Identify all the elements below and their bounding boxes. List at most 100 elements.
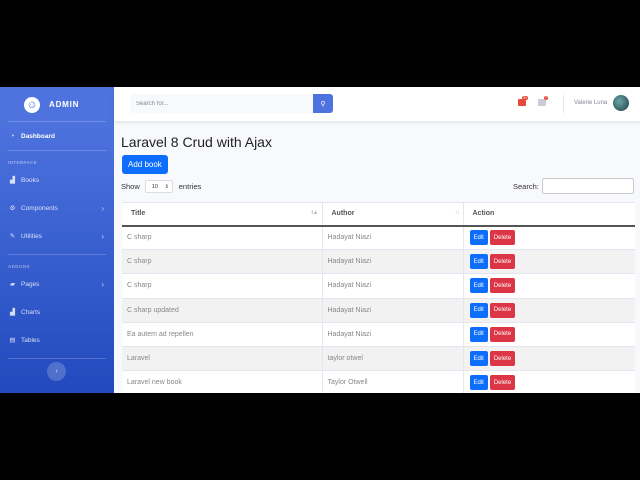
cell-title: C sharp updated xyxy=(122,298,322,323)
table-icon: ▤ xyxy=(9,337,16,344)
sidebar-item-pages[interactable]: ▰ Pages › xyxy=(0,270,114,298)
laugh-wink-icon: ☺ xyxy=(22,94,42,115)
cell-author: Hadayat Niazi xyxy=(321,225,463,251)
search-input[interactable] xyxy=(130,94,313,113)
cell-author: Hadayat Niazi xyxy=(321,249,463,275)
sidebar: ☺ ADMIN ◔ Dashboard INTERFACE ▟ Books ⚙ … xyxy=(0,87,114,393)
cell-author: Hadayat Niazi xyxy=(321,322,463,347)
cell-title: Ea autem ad repellen xyxy=(122,322,322,347)
cell-action: Edit Delete xyxy=(462,249,635,275)
cell-author: Hadayat Niazi xyxy=(321,298,463,323)
sidebar-item-dashboard[interactable]: ◔ Dashboard xyxy=(0,122,114,150)
table-row: C sharp Hadayat Niazi Edit Delete xyxy=(122,249,635,275)
delete-button[interactable]: Delete xyxy=(489,230,516,246)
main-content: Laravel 8 Crud with Ajax Add book Show 1… xyxy=(114,121,640,393)
delete-button[interactable]: Delete xyxy=(489,278,516,294)
cell-action: Edit Delete xyxy=(462,298,635,323)
avatar[interactable] xyxy=(613,95,629,111)
entries-label: entries xyxy=(178,182,202,191)
table-row: C sharp updated Hadayat Niazi Edit Delete xyxy=(122,298,635,323)
sidebar-heading-addons: ADDONS xyxy=(8,264,30,269)
show-label: Show xyxy=(121,182,140,191)
books-table: Title ↑▲ Author ↑↓ Action C sharp Hadayat… xyxy=(122,202,635,393)
cell-action: Edit Delete xyxy=(462,225,635,251)
sidebar-toggle-button[interactable]: ‹ xyxy=(47,362,66,381)
sidebar-divider xyxy=(8,150,106,151)
page-title: Laravel 8 Crud with Ajax xyxy=(121,134,272,150)
sidebar-item-label: Charts xyxy=(21,308,41,316)
column-header-action: Action xyxy=(462,202,635,227)
delete-button[interactable]: Delete xyxy=(489,254,516,270)
chart-area-icon: ▟ xyxy=(10,177,15,184)
table-body: C sharp Hadayat Niazi Edit Delete C sharp Had… xyxy=(122,225,635,393)
brand-text: ADMIN xyxy=(49,100,80,109)
column-header-author[interactable]: Author ↑↓ xyxy=(321,202,463,227)
chevron-left-icon: ‹ xyxy=(55,368,58,375)
column-header-label: Title xyxy=(131,210,146,218)
edit-button[interactable]: Edit xyxy=(469,278,488,294)
edit-button[interactable]: Edit xyxy=(469,326,488,342)
delete-button[interactable]: Delete xyxy=(489,351,516,367)
delete-button[interactable]: Delete xyxy=(489,302,516,318)
table-row: Ea autem ad repellen Hadayat Niazi Edit Del… xyxy=(122,322,635,347)
sidebar-item-label: Dashboard xyxy=(21,132,55,140)
user-name[interactable]: Valerie Luna xyxy=(574,100,607,106)
sidebar-item-label: Books xyxy=(21,176,40,184)
sidebar-divider xyxy=(8,254,106,255)
cell-author: Hadayat Niazi xyxy=(321,273,463,299)
cell-action: Edit Delete xyxy=(462,322,635,347)
edit-button[interactable]: Edit xyxy=(469,302,488,318)
entries-length-control: Show 10 ⇕ entries xyxy=(121,180,201,193)
sidebar-item-label: Pages xyxy=(21,280,40,288)
sort-asc-icon: ↑▲ xyxy=(310,210,319,216)
edit-button[interactable]: Edit xyxy=(469,375,488,391)
brand[interactable]: ☺ ADMIN xyxy=(0,88,114,121)
topbar: ⚲ 3+ 7 Valerie Luna xyxy=(114,87,640,121)
table-header-row: Title ↑▲ Author ↑↓ Action xyxy=(122,202,635,227)
sidebar-item-utilities[interactable]: ✎ Utilities › xyxy=(0,222,114,250)
cell-title: C sharp xyxy=(122,225,322,251)
tachometer-icon: ◔ xyxy=(10,132,15,140)
table-search-input[interactable] xyxy=(541,178,634,194)
cell-action: Edit Delete xyxy=(462,273,635,299)
sidebar-item-components[interactable]: ⚙ Components › xyxy=(0,194,114,222)
sidebar-item-charts[interactable]: ▟ Charts xyxy=(0,298,114,326)
cell-title: C sharp xyxy=(122,249,322,275)
table-row: Laravel taylor otwel Edit Delete xyxy=(122,346,635,372)
delete-button[interactable]: Delete xyxy=(489,375,516,391)
cell-title: C sharp xyxy=(122,273,322,299)
chevron-right-icon: › xyxy=(101,203,104,213)
chevron-right-icon: › xyxy=(101,231,104,241)
bell-icon[interactable] xyxy=(518,99,526,106)
envelope-icon[interactable] xyxy=(538,99,546,106)
app-window: ☺ ADMIN ◔ Dashboard INTERFACE ▟ Books ⚙ … xyxy=(0,87,640,393)
sidebar-item-label: Components xyxy=(21,204,58,212)
edit-button[interactable]: Edit xyxy=(469,254,488,270)
sidebar-item-tables[interactable]: ▤ Tables xyxy=(0,326,114,354)
sort-icon: ↑↓ xyxy=(454,210,460,216)
cell-author: Taylor Otwell xyxy=(321,370,463,393)
sort-arrows-icon: ⇕ xyxy=(164,183,169,190)
cell-title: Laravel xyxy=(122,346,322,372)
add-book-button[interactable]: Add book xyxy=(122,155,168,174)
sidebar-item-label: Utilities xyxy=(21,232,42,240)
entries-select[interactable]: 10 ⇕ xyxy=(144,180,173,193)
alerts-badge: 3+ xyxy=(522,96,528,100)
sidebar-item-label: Tables xyxy=(21,336,40,344)
delete-button[interactable]: Delete xyxy=(489,326,516,342)
topbar-search: ⚲ xyxy=(130,94,333,113)
edit-button[interactable]: Edit xyxy=(469,351,488,367)
cell-action: Edit Delete xyxy=(462,346,635,372)
cog-icon: ⚙ xyxy=(9,205,16,212)
sidebar-item-books[interactable]: ▟ Books xyxy=(0,166,114,194)
edit-button[interactable]: Edit xyxy=(469,230,488,246)
table-row: Laravel new book Taylor Otwell Edit Delete xyxy=(122,370,635,393)
search-button[interactable]: ⚲ xyxy=(313,94,333,113)
table-row: C sharp Hadayat Niazi Edit Delete xyxy=(122,225,635,251)
column-header-title[interactable]: Title ↑▲ xyxy=(122,202,322,227)
table-filter: Search: xyxy=(513,178,634,194)
cell-title: Laravel new book xyxy=(122,370,322,393)
cell-author: taylor otwel xyxy=(321,346,463,372)
topbar-divider xyxy=(563,95,564,113)
messages-badge: 7 xyxy=(544,96,548,100)
